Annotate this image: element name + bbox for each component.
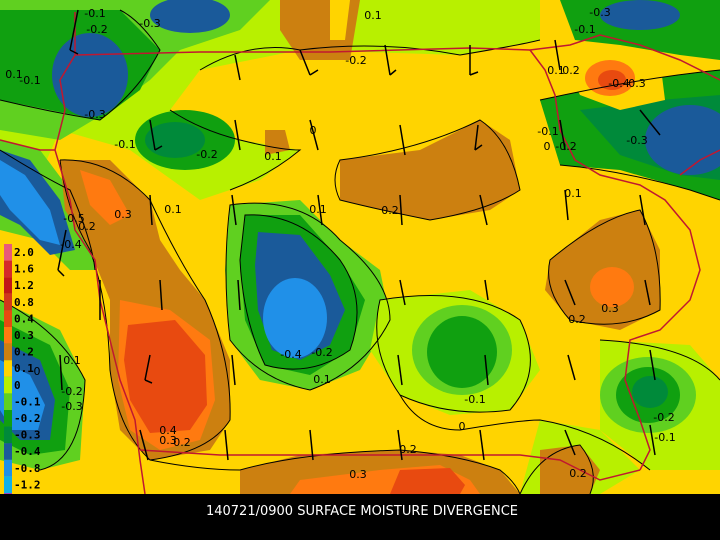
contour-label: 0.2 [562,64,580,77]
moisture-divergence-map: -0.1 -0.2 -0.3 0.1 -0.3 -0.1 0.1 -0.1 -0.2 0.1 0.2… [0,0,720,540]
contour-label: 0.2 [568,313,586,326]
legend-swatch [4,376,12,394]
legend-label: 0 [14,379,21,392]
contour-label: 0.3 [114,208,132,221]
contour-label: 0.1 [313,373,331,386]
contour-label: -0.2 [311,346,332,359]
contour-label: -0.4 [60,238,81,251]
contour-label: 0.3 [349,468,367,481]
legend-swatch [4,443,12,460]
contour-label: 0.3 [628,77,646,90]
legend-swatch [4,459,12,477]
contour-label: 0.1 [564,187,582,200]
legend-label: -0.3 [14,429,41,442]
contour-label: -0.2 [555,140,576,153]
legend-label: 0.3 [14,329,34,342]
contour-label: -0.2 [345,54,366,67]
legend-swatch [4,327,12,344]
legend-swatch [4,393,12,410]
legend-label: 1.6 [14,263,34,276]
legend-label: 0.8 [14,296,34,309]
legend-swatch [4,410,12,427]
contour-label: -0.4 [608,77,629,90]
legend-swatch [4,310,12,327]
contour-label: -0.3 [61,400,82,413]
contour-label: -0.2 [61,385,82,398]
contour-label: 0.3 [601,302,619,315]
contour-label: 0.2 [569,467,587,480]
contour-label: 0.1 [264,150,282,163]
contour-label: 0 [310,124,317,137]
contour-label: 0.1 [309,203,327,216]
contour-label: -0.1 [654,431,675,444]
legend-label: -0.8 [14,462,41,475]
legend-swatch [4,343,12,361]
legend-label: 0.4 [14,312,34,325]
legend-label: 0.1 [14,362,34,375]
contour-label: 0.2 [78,220,96,233]
legend-swatch [4,293,12,311]
contour-label: -0.3 [589,6,610,19]
contour-label: 0.2 [399,443,417,456]
legend-swatch [4,244,12,261]
legend-label: -0.1 [14,395,41,408]
legend-label: 2.0 [14,246,34,259]
contour-label: -0.2 [196,148,217,161]
contour-label: -0.3 [139,17,160,30]
legend-label: 0.2 [14,346,34,359]
map-caption: 140721/0900 SURFACE MOISTURE DIVERGENCE [206,504,518,519]
contour-label: -0.2 [653,411,674,424]
legend-label: -1.2 [14,478,41,491]
legend-label: 1.2 [14,279,34,292]
legend-label: -0.4 [14,445,41,458]
contour-label: -0.3 [626,134,647,147]
contour-label: 0.1 [364,9,382,22]
legend-swatch [4,426,12,444]
contour-label: -0.1 [114,138,135,151]
contour-label: -0.1 [574,23,595,36]
legend-swatch [4,476,12,493]
contour-label: 0.1 [164,203,182,216]
contour-label: -0.1 [84,7,105,20]
contour-label: -0.2 [86,23,107,36]
legend-label: -0.2 [14,412,41,425]
contour-label: -0.1 [537,125,558,138]
contour-label: 0.2 [381,204,399,217]
contour-label: 0.1 [63,354,81,367]
legend-swatch [4,360,12,377]
contour-label: 0.2 [173,436,191,449]
contour-label: -0.1 [464,393,485,406]
contour-label: 0 [544,140,551,153]
legend-swatch [4,260,12,278]
legend-swatch [4,277,12,294]
contour-label: -0.3 [84,108,105,121]
contour-label: -0.1 [19,74,40,87]
contour-label: -0.4 [280,348,301,361]
contour-label: 0 [459,420,466,433]
contour-label: 0 [34,365,41,378]
